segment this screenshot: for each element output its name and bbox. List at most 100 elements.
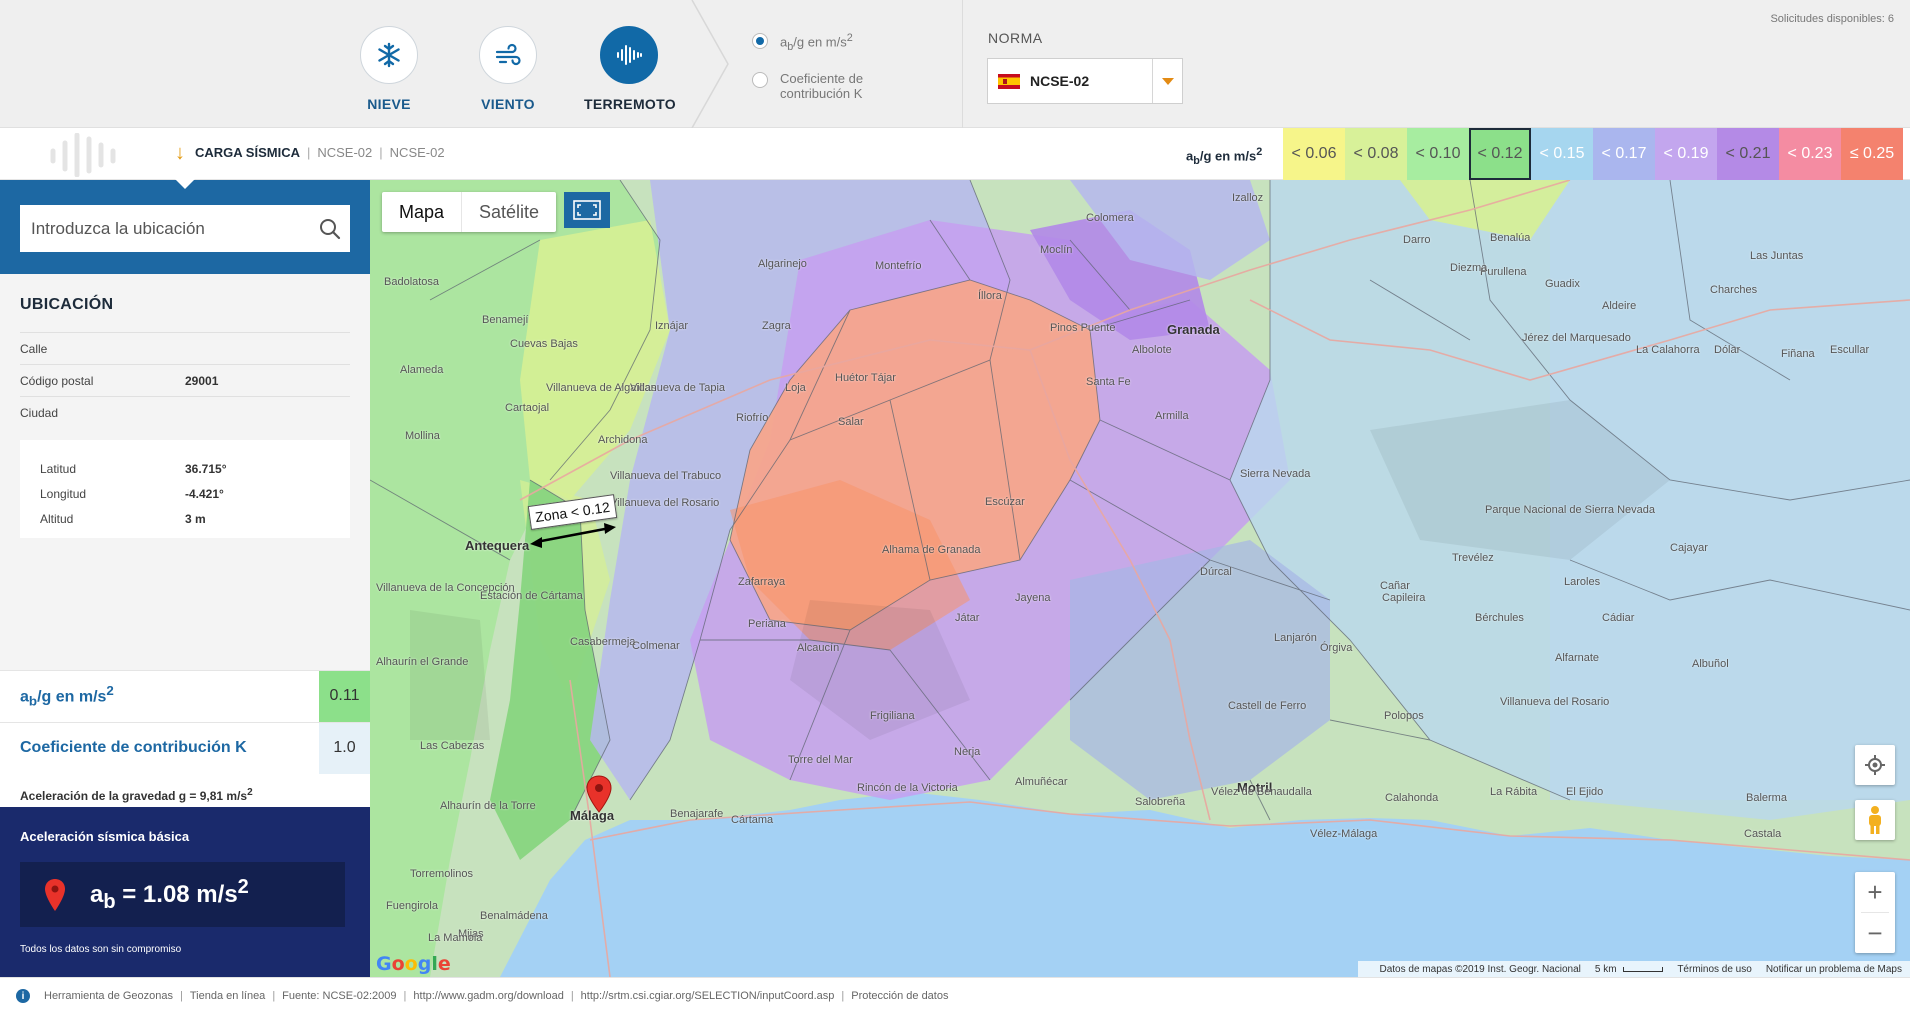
map-attribution: Datos de mapas ©2019 Inst. Geogr. Nacion… xyxy=(1357,961,1910,977)
town-label: Casabermeja xyxy=(570,636,636,648)
norma-title: NORMA xyxy=(988,30,1043,46)
legend-item[interactable]: < 0.12 xyxy=(1469,128,1531,180)
city-label-antequera: Antequera xyxy=(465,538,530,553)
basic-acceleration-title: Aceleración sísmica básica xyxy=(20,829,190,844)
radio-abg[interactable]: ab/g en m/s2 xyxy=(752,32,853,53)
field-postal-code: Código postal 29001 xyxy=(20,364,350,396)
footer-link[interactable]: Protección de datos xyxy=(851,990,948,1002)
zoom-in-button[interactable]: + xyxy=(1855,872,1895,912)
town-label: Armilla xyxy=(1155,410,1189,422)
footer-link[interactable]: http://www.gadm.org/download xyxy=(413,990,563,1002)
radio-abg-label: ab/g en m/s2 xyxy=(780,32,853,53)
disclaimer: Todos los datos son sin compromiso xyxy=(20,944,182,955)
town-label: Jérez del Marquesado xyxy=(1522,332,1631,344)
wind-load-button[interactable]: VIENTO xyxy=(463,26,553,112)
radio-k-indicator[interactable] xyxy=(752,72,768,88)
town-label: Iznájar xyxy=(655,320,689,332)
town-label: Villanueva del Rosario xyxy=(610,497,720,509)
town-label: Nerja xyxy=(954,746,981,758)
latitude-label: Latitud xyxy=(40,461,77,476)
town-label: Castala xyxy=(1744,828,1782,840)
legend-item[interactable]: < 0.15 xyxy=(1531,128,1593,180)
town-label: Benajarafe xyxy=(670,808,724,820)
fullscreen-button[interactable] xyxy=(564,192,610,228)
town-label: Guadix xyxy=(1545,278,1580,290)
arrow-down-icon: ↓ xyxy=(175,141,185,164)
town-label: La Rábita xyxy=(1490,786,1538,798)
field-street: Calle xyxy=(20,332,350,364)
tab-map[interactable]: Mapa xyxy=(382,192,463,232)
map-scale: 5 km xyxy=(1594,963,1664,975)
town-label: Frigiliana xyxy=(870,710,915,722)
footer-link[interactable]: http://srtm.csi.cgiar.org/SELECTION/inpu… xyxy=(581,990,835,1002)
legend-item[interactable]: ≤ 0.25 xyxy=(1841,128,1903,180)
tab-satellite[interactable]: Satélite xyxy=(462,192,556,232)
search-input[interactable] xyxy=(20,218,310,239)
terms-link[interactable]: Términos de uso xyxy=(1677,964,1751,975)
legend-item[interactable]: < 0.10 xyxy=(1407,128,1469,180)
town-label: Íllora xyxy=(978,290,1002,302)
town-label: Laroles xyxy=(1564,576,1601,588)
legend-item[interactable]: < 0.08 xyxy=(1345,128,1407,180)
longitude-label: Longitud xyxy=(40,486,87,501)
town-label: Cajayar xyxy=(1670,542,1708,554)
longitude-value: -4.421° xyxy=(185,486,224,501)
town-label: La Calahorra xyxy=(1636,344,1700,356)
town-label: Cártama xyxy=(731,814,774,826)
my-location-button[interactable] xyxy=(1855,745,1895,785)
search-box[interactable] xyxy=(20,205,350,252)
legend-item[interactable]: < 0.17 xyxy=(1593,128,1655,180)
town-label: Villanueva del Rosario xyxy=(1500,696,1610,708)
town-label: Estación de Cártama xyxy=(480,590,583,602)
wind-label: VIENTO xyxy=(481,96,535,112)
radio-k[interactable]: Coeficiente de contribución K xyxy=(752,71,863,101)
town-label: Cañar xyxy=(1380,580,1410,592)
town-label: Balerma xyxy=(1746,792,1787,804)
town-label: Cartaojal xyxy=(505,402,550,414)
town-label: Benalmádena xyxy=(480,910,548,922)
town-label: Almuñécar xyxy=(1015,776,1068,788)
street-view-button[interactable] xyxy=(1855,800,1895,840)
search-icon[interactable] xyxy=(310,205,350,252)
snowflake-icon xyxy=(360,26,418,84)
top-bar: NIEVE VIENTO TERREMOTO ab/g en m/s2 Coef… xyxy=(0,0,1910,128)
town-label: Periana xyxy=(748,618,786,630)
location-pin-icon[interactable] xyxy=(586,775,612,813)
footer-link[interactable]: Tienda en línea xyxy=(190,990,265,1002)
town-label: Benalúa xyxy=(1490,232,1531,244)
map-scale-label: 5 km xyxy=(1594,963,1617,975)
town-label: Alcaucín xyxy=(797,642,840,654)
breadcrumb-main: CARGA SÍSMICA xyxy=(195,145,300,160)
town-label: Escúzar xyxy=(985,496,1025,508)
town-label: Fuengirola xyxy=(386,900,438,912)
legend-item[interactable]: < 0.21 xyxy=(1717,128,1779,180)
legend-item[interactable]: < 0.19 xyxy=(1655,128,1717,180)
map-canvas[interactable] xyxy=(370,180,1910,977)
footer-link[interactable]: Herramienta de Geozonas xyxy=(44,990,173,1002)
snow-load-button[interactable]: NIEVE xyxy=(344,26,434,112)
town-label: Charches xyxy=(1710,284,1758,296)
town-label: Benamejí xyxy=(482,314,529,326)
town-label: Zafarraya xyxy=(738,576,786,588)
town-label: Albolote xyxy=(1132,344,1172,356)
report-problem-link[interactable]: Notificar un problema de Maps xyxy=(1766,964,1902,975)
basic-acceleration-value: ab = 1.08 m/s2 xyxy=(90,875,249,913)
town-label: Loja xyxy=(785,382,806,394)
location-title: UBICACIÓN xyxy=(20,296,114,313)
radio-abg-indicator[interactable] xyxy=(752,33,768,49)
earthquake-load-button[interactable]: TERREMOTO xyxy=(584,26,676,112)
footer-link[interactable]: Fuente: NCSE-02:2009 xyxy=(282,990,396,1002)
town-label: El Ejido xyxy=(1566,786,1604,798)
legend-item[interactable]: < 0.23 xyxy=(1779,128,1841,180)
legend-item[interactable]: < 0.06 xyxy=(1283,128,1345,180)
field-street-label: Calle xyxy=(20,341,48,356)
field-city: Ciudad xyxy=(20,396,350,428)
town-label: Fiñana xyxy=(1781,348,1815,360)
chevron-down-icon[interactable] xyxy=(1152,59,1182,103)
map[interactable]: Granada Málaga Motril Antequera Izalloz … xyxy=(370,180,1910,977)
zoom-out-button[interactable]: − xyxy=(1855,913,1895,953)
latitude-row: Latitud 36.715° xyxy=(40,456,330,481)
norma-select[interactable]: NCSE-02 xyxy=(987,58,1183,104)
abg-result-value: 0.11 xyxy=(319,670,370,722)
footer: i Herramienta de Geozonas | Tienda en lín… xyxy=(0,977,1910,1014)
